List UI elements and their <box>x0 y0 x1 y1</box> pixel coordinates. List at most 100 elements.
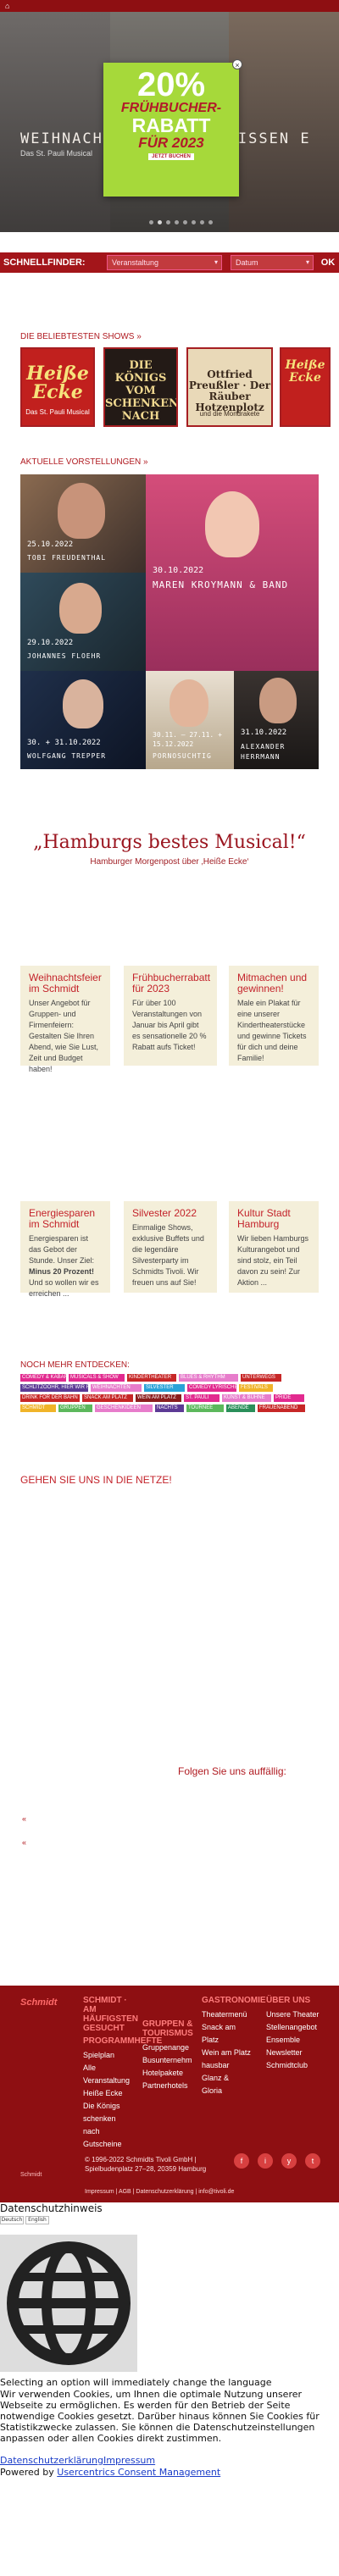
category-tag[interactable]: FRAUENABEND <box>258 1404 305 1412</box>
card-body: Für über 100 Veranstaltungen von Januar … <box>132 999 207 1051</box>
promo-popup[interactable]: × 20% FRÜHBUCHER- RABATT FÜR 2023 JETZT … <box>103 59 242 197</box>
footer-link[interactable]: Unsere Theater <box>266 2008 325 2021</box>
footer-link[interactable]: Gutscheine <box>83 2138 131 2151</box>
category-tag[interactable]: WEIN AM PLATZ <box>136 1394 181 1402</box>
show-subtitle: Das St. Pauli Musical <box>25 408 90 416</box>
slider-dot-active[interactable] <box>158 220 162 224</box>
date-select[interactable]: Datum ▾ <box>231 255 314 270</box>
show-subtitle: und die Mondrakete <box>199 410 260 418</box>
promo-tag[interactable]: JETZT BUCHEN <box>148 153 194 160</box>
footer-link[interactable]: Heiße Ecke <box>83 2087 131 2100</box>
youtube-icon[interactable]: y <box>281 2153 297 2169</box>
show-title: Heiße Ecke <box>26 363 89 403</box>
footer-link[interactable]: Gruppenange <box>142 2041 193 2054</box>
top-bar: ⌂ <box>0 0 339 12</box>
category-tag[interactable]: UNTERWEGS <box>241 1374 281 1382</box>
info-card[interactable]: Frühbucherrabatt für 2023 Für über 100 V… <box>124 966 217 1066</box>
footer-link[interactable]: Snack am Platz <box>202 2021 251 2047</box>
slider-dot[interactable] <box>200 220 204 224</box>
show-banner-koenigs[interactable]: DIE KÖNIGS VOM SCHENKEN NACH <box>103 347 178 427</box>
footer-logo[interactable]: Schmidt <box>20 1997 57 2008</box>
slider-dot[interactable] <box>149 220 153 224</box>
usercentrics-link[interactable]: Usercentrics Consent Management <box>57 2467 220 2478</box>
slider-dot[interactable] <box>183 220 187 224</box>
category-tag[interactable]: KUNST & BÜHNE <box>222 1394 271 1402</box>
footer-link[interactable]: Hotelpakete <box>142 2067 193 2080</box>
quote-mark-icon: « <box>22 1838 27 1847</box>
imprint-link[interactable]: Impressum <box>103 2455 155 2466</box>
footer-link[interactable]: Stellenangebot <box>266 2021 325 2034</box>
globe-icon[interactable] <box>0 2235 137 2372</box>
footer-link[interactable]: Glanz & Gloria <box>202 2072 251 2097</box>
close-icon[interactable]: × <box>232 59 242 69</box>
info-card[interactable]: Silvester 2022 Einmalige Shows, exklusiv… <box>124 1201 217 1293</box>
language-option[interactable]: Deutsch <box>0 2216 24 2224</box>
category-tag[interactable]: GESCHENKIDEEN <box>95 1404 153 1412</box>
footer-col-gastro: GASTRONOMIE Theatermenü Snack am Platz W… <box>202 1996 266 2097</box>
category-tag[interactable]: NACHTS <box>155 1404 184 1412</box>
category-tag[interactable]: FESTIVALS <box>239 1384 273 1392</box>
shows-heading[interactable]: DIE BELIEBTESTEN SHOWS » <box>20 332 142 341</box>
footer-link[interactable]: Spielplan <box>83 2049 131 2062</box>
category-tag[interactable]: ABENDE <box>226 1404 255 1412</box>
category-tag[interactable]: SCHLITZOOHR, HIER WIR ROLLT <box>20 1384 88 1392</box>
privacy-link[interactable]: Datenschutzerklärung <box>0 2455 103 2466</box>
category-tag[interactable]: SILVESTER <box>144 1384 185 1392</box>
performance-tile[interactable]: 29.10.2022 JOHANNES FLOEHR <box>20 573 146 671</box>
category-tag[interactable]: DRINK FOR DER BAHN <box>20 1394 80 1402</box>
performance-tile[interactable]: 30.11. – 27.11. + 15.12.2022 PORNOSUCHTI… <box>146 671 234 769</box>
category-tag[interactable]: PRIDE <box>274 1394 304 1402</box>
footer-link[interactable]: Schmidtclub <box>266 2059 325 2072</box>
footer-col-heading: SCHMIDT · AM HÄUFIGSTEN GESUCHT <box>83 1996 138 2033</box>
category-tag[interactable]: ST. PAULI <box>184 1394 220 1402</box>
performances-heading[interactable]: AKTUELLE VORSTELLUNGEN » <box>20 457 148 467</box>
language-option[interactable]: English <box>25 2216 49 2224</box>
info-card[interactable]: Energiesparen im Schmidt Energiesparen i… <box>20 1201 110 1298</box>
category-tag[interactable]: MUSICALS & SHOW <box>69 1374 125 1382</box>
footer-link[interactable]: Busunternehm <box>142 2054 193 2067</box>
category-tag[interactable]: SNACK AM PLATZ <box>82 1394 133 1402</box>
finder-label: SCHNELLFINDER: <box>3 258 86 268</box>
performance-tile[interactable]: 31.10.2022 ALEXANDER HERRMANN <box>234 671 319 769</box>
home-icon[interactable]: ⌂ <box>5 2 9 10</box>
category-tag[interactable]: COMEDY & KABARETT <box>20 1374 66 1382</box>
hero-image-left <box>0 12 110 232</box>
facebook-icon[interactable]: f <box>234 2153 249 2169</box>
category-tag[interactable]: GRUPPEN <box>58 1404 92 1412</box>
performance-name: TOBI FREUDENTHAL <box>27 554 107 562</box>
tiktok-icon[interactable]: t <box>305 2153 320 2169</box>
footer-link[interactable]: Partnerhotels <box>142 2080 193 2092</box>
footer-link[interactable]: Newsletter <box>266 2047 325 2059</box>
show-banner-hotzenplotz[interactable]: Ottfried Preußler · Der Räuber Hotzenplo… <box>186 347 273 427</box>
footer-col-subheading[interactable]: PROGRAMMHEFTE <box>83 2036 162 2046</box>
slider-dot[interactable] <box>192 220 196 224</box>
info-card[interactable]: Mitmachen und gewinnen! Male ein Plakat … <box>229 966 319 1066</box>
performance-tile[interactable]: 25.10.2022 TOBI FREUDENTHAL <box>20 474 146 573</box>
category-tag[interactable]: BLUES & RHYTHM <box>179 1374 238 1382</box>
category-tag[interactable]: COMEDY LYRISCHE <box>187 1384 236 1392</box>
instagram-icon[interactable]: i <box>258 2153 273 2169</box>
show-banner-heisse-ecke[interactable]: Heiße Ecke Das St. Pauli Musical <box>20 347 95 427</box>
performance-tile[interactable]: 30.10.2022 MAREN KROYMANN & BAND <box>146 474 319 671</box>
footer-link[interactable]: Alle Veranstaltung <box>83 2062 131 2087</box>
footer-link[interactable]: Die Königs schenken nach <box>83 2100 131 2138</box>
card-title: Kultur Stadt Hamburg <box>237 1207 291 1230</box>
category-tag[interactable]: KINDERTHEATER <box>127 1374 176 1382</box>
info-card[interactable]: Weihnachtsfeier im Schmidt Unser Angebot… <box>20 966 110 1073</box>
event-select[interactable]: Veranstaltung ▾ <box>107 255 222 270</box>
footer-link[interactable]: Ensemble <box>266 2034 325 2047</box>
slider-dot[interactable] <box>175 220 179 224</box>
finder-ok-button[interactable]: OK <box>319 255 337 270</box>
footer-link[interactable]: Wein am Platz hausbar <box>202 2047 251 2072</box>
category-tag[interactable]: SCHMIDT <box>20 1404 56 1412</box>
category-tag[interactable]: TOURNEE <box>186 1404 224 1412</box>
slider-dot[interactable] <box>208 220 213 224</box>
footer-imprint[interactable]: Impressum | AGB | Datenschutzerklärung |… <box>85 2189 234 2195</box>
info-card[interactable]: Kultur Stadt Hamburg Wir lieben Hamburgs… <box>229 1201 319 1293</box>
promo-line-2: RABATT <box>131 114 211 136</box>
show-banner-heisse-ecke-2[interactable]: Heiße Ecke <box>280 347 331 427</box>
slider-dot[interactable] <box>166 220 170 224</box>
performance-tile[interactable]: 30. + 31.10.2022 WOLFGANG TREPPER <box>20 671 146 769</box>
footer-link[interactable]: Theatermenü <box>202 2008 251 2021</box>
category-tag[interactable]: WEIHNACHTEN <box>91 1384 142 1392</box>
